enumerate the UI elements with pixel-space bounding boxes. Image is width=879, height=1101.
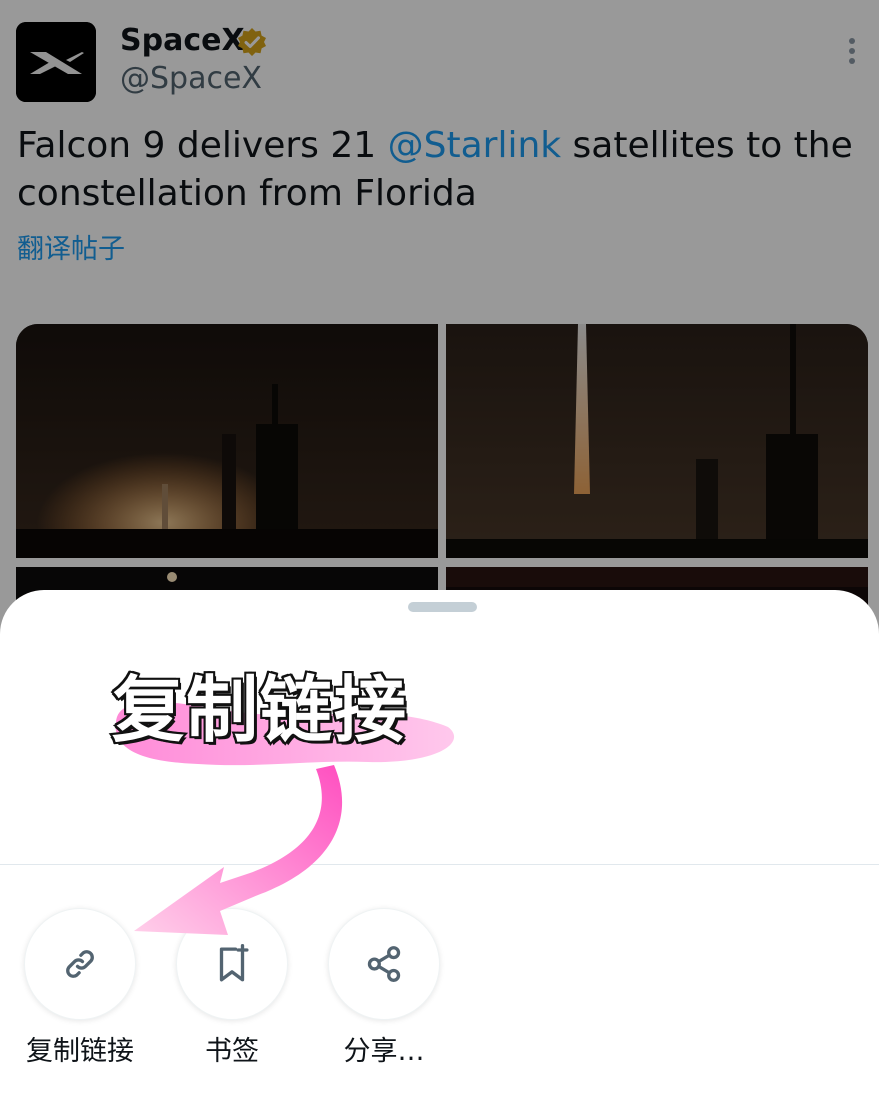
copy-link-label: 复制链接	[26, 1036, 134, 1067]
sheet-drag-handle[interactable]	[408, 602, 477, 612]
annotation-callout-text: 复制链接	[110, 666, 409, 754]
link-icon	[66, 950, 94, 978]
curved-arrow-icon	[134, 765, 343, 935]
share-icon	[367, 946, 401, 982]
bookmark-label: 书签	[205, 1036, 259, 1067]
share-label: 分享…	[343, 1036, 425, 1067]
